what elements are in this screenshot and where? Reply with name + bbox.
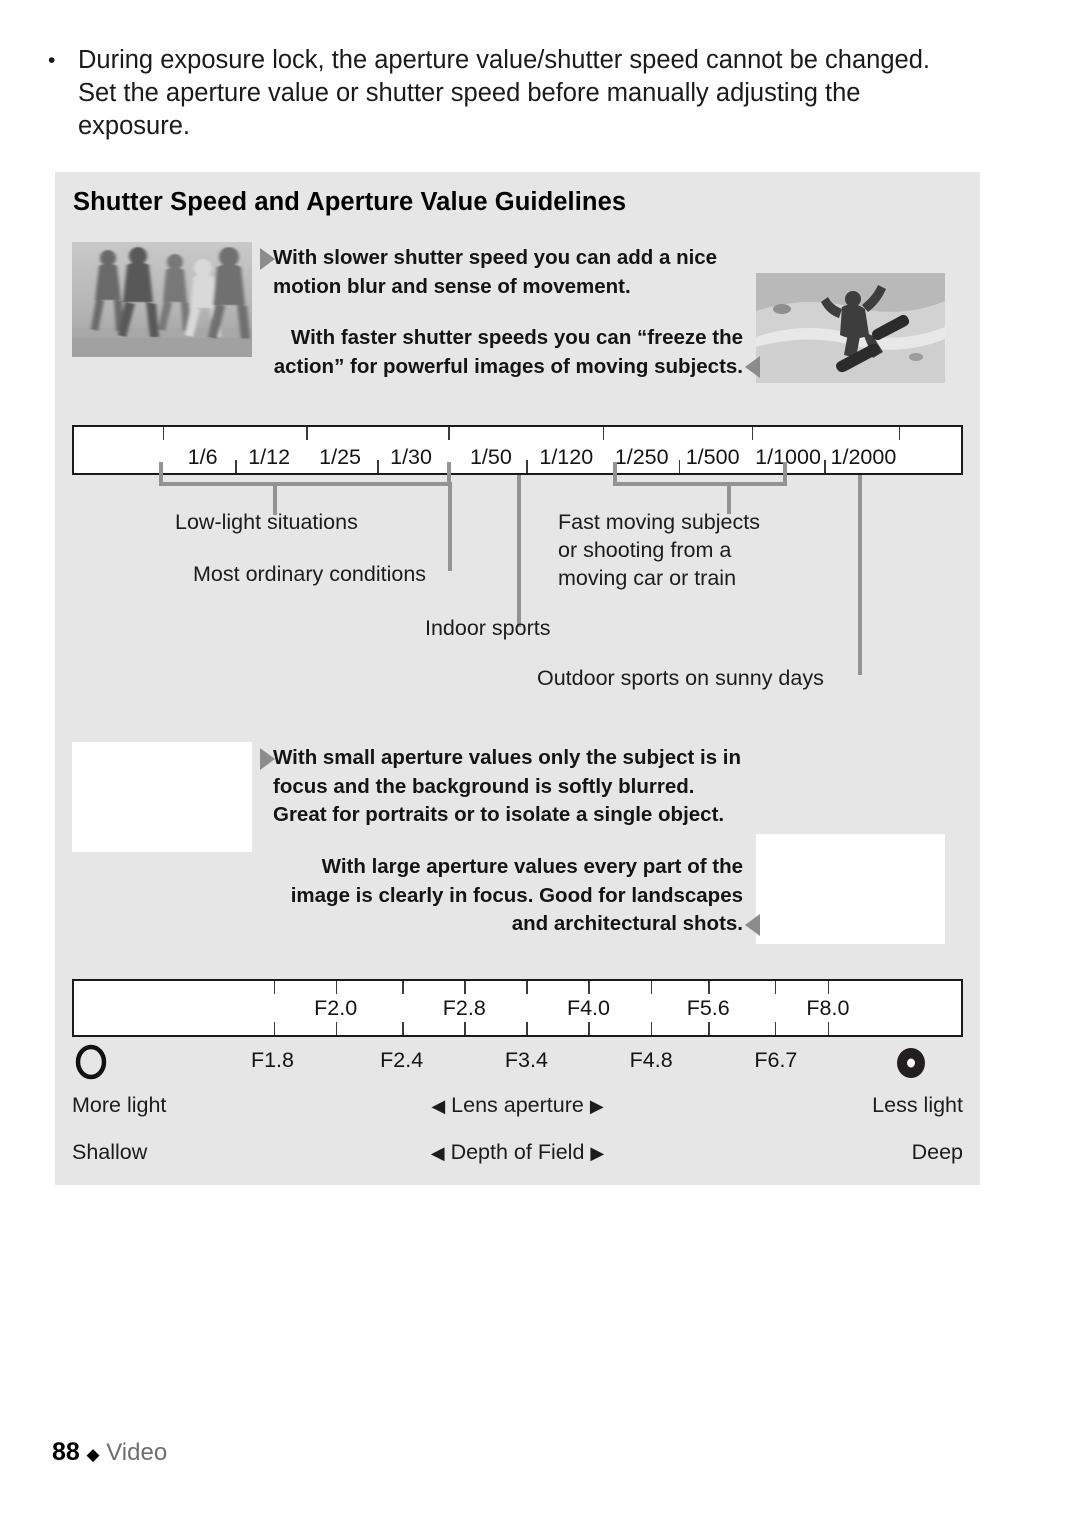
aperture-tick xyxy=(402,1022,404,1035)
page-title: Shutter Speed and Aperture Value Guideli… xyxy=(73,188,627,216)
deep-depth-of-field-photo xyxy=(756,834,945,944)
aperture-tick xyxy=(588,981,590,994)
guidelines-panel: Shutter Speed and Aperture Value Guideli… xyxy=(55,172,980,1185)
aperture-tick xyxy=(708,981,710,994)
aperture-tick xyxy=(708,1022,710,1035)
shutter-tick xyxy=(602,427,605,440)
shutter-value-label: 1/2000 xyxy=(830,445,897,469)
axis-deep-label: Deep xyxy=(911,1140,963,1164)
legend-indoor-sports: Indoor sports xyxy=(425,616,551,640)
shutter-tick xyxy=(526,460,528,473)
shutter-value-label: 1/25 xyxy=(319,445,362,469)
leader-indoor-sports xyxy=(517,475,521,627)
bullet-icon: • xyxy=(48,49,56,72)
bracket-right-group-span xyxy=(613,482,786,486)
leader-most-ordinary xyxy=(448,482,452,571)
aperture-tick xyxy=(273,1022,276,1035)
shutter-tick xyxy=(751,427,754,440)
shutter-tick xyxy=(377,460,379,473)
aperture-tick xyxy=(464,1022,466,1035)
axis-lens-aperture-label: ◀ Lens aperture ▶ xyxy=(431,1093,604,1118)
shutter-value-label: 1/500 xyxy=(685,445,740,469)
footer-page-number: 88 xyxy=(52,1438,80,1466)
arrow-right-icon: ▶ xyxy=(590,1143,605,1163)
runners-motion-blur-photo xyxy=(72,242,252,357)
pointer-left-icon-shutter-fast xyxy=(745,356,760,378)
arrow-left-icon: ◀ xyxy=(431,1096,446,1116)
aperture-tick xyxy=(273,981,276,994)
shutter-value-label: 1/6 xyxy=(187,445,218,469)
aperture-tick xyxy=(650,1022,653,1035)
shutter-slow-explanation: With slower shutter speed you can add a … xyxy=(273,246,718,298)
aperture-bottom-label: F3.4 xyxy=(504,1048,548,1072)
aperture-bottom-label: F2.4 xyxy=(380,1048,424,1072)
shutter-tick xyxy=(306,427,308,440)
legend-outdoor-sports: Outdoor sports on sunny days xyxy=(537,666,824,690)
aperture-top-label: F2.0 xyxy=(314,996,358,1020)
shutter-tick xyxy=(162,427,165,440)
shallow-depth-of-field-photo xyxy=(72,742,252,852)
diamond-icon: ◆ xyxy=(86,1445,100,1464)
aperture-tick xyxy=(774,981,777,994)
legend-fast-moving: Fast moving subjects or shooting from a … xyxy=(558,510,760,590)
footer-section-label: Video xyxy=(106,1439,168,1466)
shutter-speed-scale: 1/6 1/12 1/25 1/30 1/50 1/120 1/250 1/50… xyxy=(72,425,963,475)
aperture-bottom-label: F1.8 xyxy=(250,1048,294,1072)
exposure-lock-note: • During exposure lock, the aperture val… xyxy=(48,44,948,143)
aperture-tick xyxy=(650,981,653,994)
legend-most-ordinary: Most ordinary conditions xyxy=(193,562,427,586)
aperture-top-label: F4.0 xyxy=(566,996,610,1020)
shutter-tick xyxy=(448,427,450,440)
open-aperture-icon xyxy=(73,1044,109,1080)
bracket-right-group-right-arm xyxy=(783,462,787,486)
shutter-tick xyxy=(235,460,237,473)
page-footer: 88 ◆ Video xyxy=(52,1438,167,1469)
aperture-tick xyxy=(402,981,404,994)
shutter-value-label: 1/1000 xyxy=(755,445,821,469)
legend-low-light: Low-light situations xyxy=(175,510,358,534)
aperture-tick xyxy=(588,1022,590,1035)
axis-depth-of-field-label: ◀ Depth of Field ▶ xyxy=(430,1140,605,1165)
pointer-left-icon-aperture-large xyxy=(745,914,760,936)
shutter-fast-explanation: With faster shutter speeds you can “free… xyxy=(273,326,743,378)
aperture-value-scale: F2.0 F2.8 F4.0 F5.6 F8.0 xyxy=(72,979,963,1037)
arrow-left-icon: ◀ xyxy=(430,1143,445,1163)
exposure-lock-note-text: During exposure lock, the aperture value… xyxy=(78,46,930,140)
axis-lens-aperture-text: Lens aperture xyxy=(451,1093,584,1117)
aperture-top-label: F5.6 xyxy=(686,996,730,1020)
shutter-value-label: 1/30 xyxy=(390,445,432,469)
aperture-sub-row: F1.8 F2.4 F3.4 F4.8 F6.7 xyxy=(72,1048,963,1076)
arrow-right-icon: ▶ xyxy=(589,1096,604,1116)
aperture-tick xyxy=(774,1022,777,1035)
axis-depth-of-field-text: Depth of Field xyxy=(450,1140,585,1164)
axis-shallow-label: Shallow xyxy=(72,1140,148,1164)
aperture-tick xyxy=(827,1022,830,1035)
aperture-tick xyxy=(827,981,830,994)
axis-more-light-label: More light xyxy=(72,1093,167,1117)
aperture-tick xyxy=(464,981,466,994)
aperture-bottom-label: F6.7 xyxy=(754,1048,798,1072)
aperture-large-explanation: With large aperture values every part of… xyxy=(290,855,743,935)
shutter-value-label: 1/250 xyxy=(614,445,669,469)
shutter-value-label: 1/12 xyxy=(248,445,291,469)
aperture-bottom-label: F4.8 xyxy=(629,1048,673,1072)
shutter-tick xyxy=(824,460,826,473)
shutter-tick xyxy=(678,460,681,473)
aperture-tick xyxy=(526,1022,528,1035)
closed-aperture-icon xyxy=(893,1046,929,1080)
aperture-tick xyxy=(335,981,338,994)
aperture-top-label: F8.0 xyxy=(806,996,850,1020)
aperture-tick xyxy=(335,1022,338,1035)
leader-outdoor-sports xyxy=(858,475,862,675)
shutter-tick xyxy=(898,427,901,440)
aperture-small-explanation: With small aperture values only the subj… xyxy=(273,746,742,826)
aperture-tick xyxy=(526,981,528,994)
aperture-top-label: F2.8 xyxy=(442,996,486,1020)
bracket-left-span xyxy=(159,482,450,486)
shutter-value-label: 1/50 xyxy=(469,445,512,469)
snowboarder-frozen-action-photo xyxy=(756,273,945,383)
shutter-value-label: 1/120 xyxy=(539,445,594,469)
axis-less-light-label: Less light xyxy=(872,1093,963,1117)
